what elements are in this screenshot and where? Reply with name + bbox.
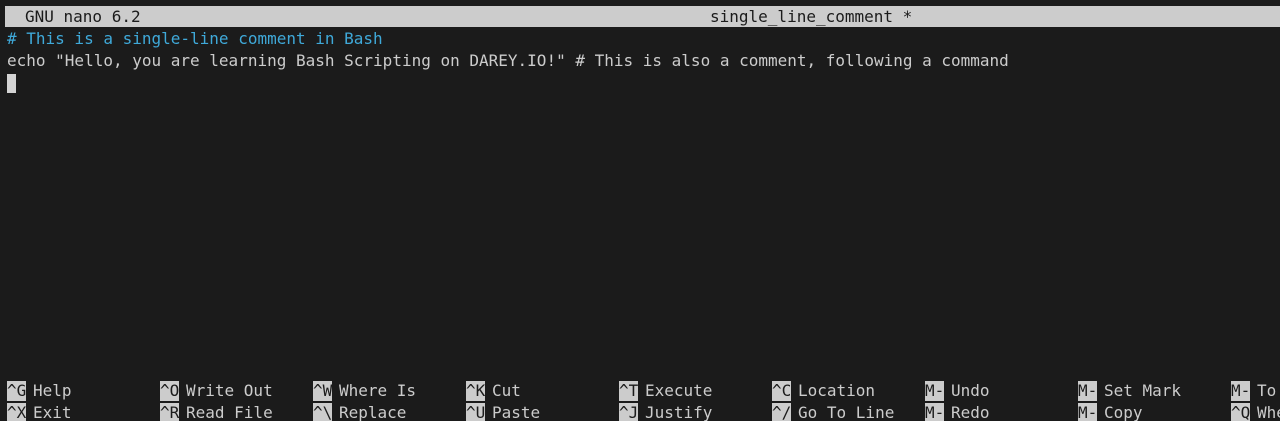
shortcut-key: ^O: [160, 381, 179, 401]
shortcut-label: Redo: [951, 403, 990, 421]
shortcut-label: Read File: [186, 403, 273, 421]
shortcut-bar: ^G Help ^O Write Out ^W Where Is ^K Cut ^T Ex…: [7, 380, 1280, 421]
shortcut-key: M-E: [925, 403, 944, 421]
shortcut-help[interactable]: ^G Help: [7, 380, 72, 402]
shortcut-key: ^/: [772, 403, 791, 421]
shortcut-label: Paste: [492, 403, 541, 421]
shortcut-go-to-line[interactable]: ^/ Go To Line: [772, 402, 894, 421]
shortcut-key: ^K: [466, 381, 485, 401]
editor-line-1[interactable]: # This is a single-line comment in Bash: [7, 28, 1280, 50]
text-cursor: [7, 74, 16, 93]
shortcut-key: ^W: [313, 381, 332, 401]
editor-area[interactable]: # This is a single-line comment in Bash …: [7, 28, 1280, 94]
shortcut-key: ^J: [619, 403, 638, 421]
shortcut-label: Exit: [33, 403, 72, 421]
shortcut-label: Where Is: [339, 381, 417, 400]
shortcut-key: ^X: [7, 403, 26, 421]
shortcut-label: Undo: [951, 381, 990, 400]
shortcut-key: M-U: [925, 381, 944, 401]
shortcut-execute[interactable]: ^T Execute: [619, 380, 712, 402]
shortcut-label: Help: [33, 381, 72, 400]
shortcut-replace[interactable]: ^\ Replace: [313, 402, 406, 421]
shortcut-label: Location: [798, 381, 876, 400]
file-name: single_line_comment *: [710, 7, 913, 26]
editor-line-2[interactable]: echo "Hello, you are learning Bash Scrip…: [7, 50, 1280, 72]
editor-line-3[interactable]: [7, 72, 1280, 94]
shortcut-key: M-6: [1078, 403, 1097, 421]
shortcut-label: Execute: [645, 381, 713, 400]
shortcut-key: ^R: [160, 403, 179, 421]
title-bar: GNU nano 6.2 single_line_comment *: [5, 6, 1280, 27]
shortcut-label: Where Was: [1257, 403, 1280, 421]
shortcut-cut[interactable]: ^K Cut: [466, 380, 521, 402]
shortcut-key: ^Q: [1231, 403, 1250, 421]
shortcut-where-was[interactable]: ^Q Where Was: [1231, 402, 1280, 421]
shortcut-label: Set Mark: [1104, 381, 1182, 400]
shortcut-set-mark[interactable]: M-A Set Mark: [1078, 380, 1181, 402]
shortcut-key: ^G: [7, 381, 26, 401]
shortcut-key: M-A: [1078, 381, 1097, 401]
shortcut-key: ^C: [772, 381, 791, 401]
shortcut-where-is[interactable]: ^W Where Is: [313, 380, 416, 402]
shortcut-label: Replace: [339, 403, 407, 421]
shortcut-redo[interactable]: M-E Redo: [925, 402, 990, 421]
shortcut-paste[interactable]: ^U Paste: [466, 402, 540, 421]
shortcut-location[interactable]: ^C Location: [772, 380, 875, 402]
shortcut-key: ^U: [466, 403, 485, 421]
shortcut-copy[interactable]: M-6 Copy: [1078, 402, 1143, 421]
app-name: GNU nano 6.2: [25, 7, 141, 26]
shortcut-undo[interactable]: M-U Undo: [925, 380, 990, 402]
shortcut-key: ^\: [313, 403, 332, 421]
shortcut-exit[interactable]: ^X Exit: [7, 402, 72, 421]
shortcut-read-file[interactable]: ^R Read File: [160, 402, 273, 421]
shortcut-label: Write Out: [186, 381, 273, 400]
shortcut-justify[interactable]: ^J Justify: [619, 402, 712, 421]
shortcut-label: To Bracket: [1257, 381, 1277, 400]
shortcut-to-bracket[interactable]: M-] To Bracket: [1231, 380, 1280, 402]
shortcut-label: Cut: [492, 381, 521, 400]
shortcut-write-out[interactable]: ^O Write Out: [160, 380, 273, 402]
shortcut-label: Copy: [1104, 403, 1143, 421]
shortcut-key: M-]: [1231, 381, 1250, 401]
shortcut-label: Go To Line: [798, 403, 895, 421]
shortcut-label: Justify: [645, 403, 713, 421]
shortcut-key: ^T: [619, 381, 638, 401]
